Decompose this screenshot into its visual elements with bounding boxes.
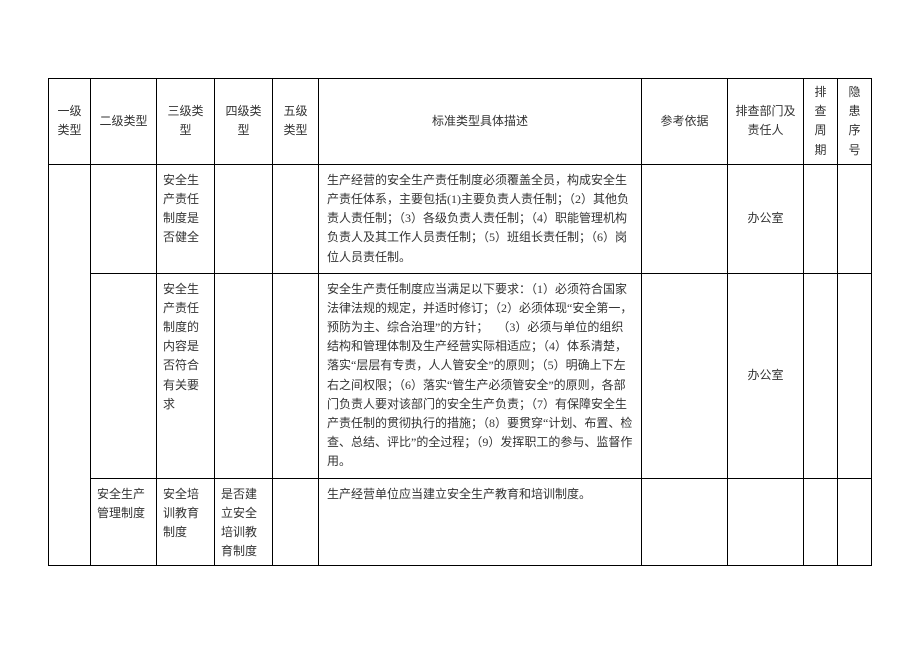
header-dept: 排查部门及责任人: [728, 79, 804, 165]
cell-desc: 安全生产责任制度应当满足以下要求：（1）必须符合国家法律法规的规定，并适时修订；…: [319, 273, 642, 478]
header-lv1: 一级类型: [49, 79, 91, 165]
table-row: 安全生产责任制度是否健全 生产经营的安全生产责任制度必须覆盖全员，构成安全生产责…: [49, 164, 872, 273]
cell-lv2: [91, 164, 157, 273]
cell-cycle: [804, 164, 838, 273]
header-lv4: 四级类型: [215, 79, 273, 165]
header-lv5: 五级类型: [273, 79, 319, 165]
cell-basis: [642, 164, 728, 273]
cell-cycle: [804, 273, 838, 478]
safety-table: 一级类型 二级类型 三级类型 四级类型 五级类型 标准类型具体描述 参考依据 排…: [48, 78, 872, 566]
cell-seq: [838, 164, 872, 273]
cell-desc: 生产经营单位应当建立安全生产教育和培训制度。: [319, 478, 642, 566]
cell-lv5: [273, 164, 319, 273]
cell-basis: [642, 478, 728, 566]
cell-lv3: 安全生产责任制度是否健全: [157, 164, 215, 273]
cell-lv2: [91, 273, 157, 478]
table-row: 安全生产管理制度 安全培训教育制度 是否建立安全培训教育制度 生产经营单位应当建…: [49, 478, 872, 566]
header-desc: 标准类型具体描述: [319, 79, 642, 165]
cell-dept: [728, 478, 804, 566]
header-seq: 隐患序号: [838, 79, 872, 165]
cell-lv5: [273, 273, 319, 478]
table-row: 安全生产责任制度的内容是否符合有关要求 安全生产责任制度应当满足以下要求：（1）…: [49, 273, 872, 478]
cell-lv4: [215, 273, 273, 478]
cell-lv2: 安全生产管理制度: [91, 478, 157, 566]
cell-lv3: 安全培训教育制度: [157, 478, 215, 566]
header-lv2: 二级类型: [91, 79, 157, 165]
header-lv3: 三级类型: [157, 79, 215, 165]
cell-lv1: [49, 164, 91, 566]
cell-basis: [642, 273, 728, 478]
cell-desc: 生产经营的安全生产责任制度必须覆盖全员，构成安全生产责任体系，主要包括(1)主要…: [319, 164, 642, 273]
cell-seq: [838, 273, 872, 478]
header-cycle: 排查周期: [804, 79, 838, 165]
cell-cycle: [804, 478, 838, 566]
cell-lv5: [273, 478, 319, 566]
cell-lv3: 安全生产责任制度的内容是否符合有关要求: [157, 273, 215, 478]
cell-seq: [838, 478, 872, 566]
cell-dept: 办公室: [728, 164, 804, 273]
header-basis: 参考依据: [642, 79, 728, 165]
cell-dept: 办公室: [728, 273, 804, 478]
table-header-row: 一级类型 二级类型 三级类型 四级类型 五级类型 标准类型具体描述 参考依据 排…: [49, 79, 872, 165]
cell-lv4: 是否建立安全培训教育制度: [215, 478, 273, 566]
cell-lv4: [215, 164, 273, 273]
